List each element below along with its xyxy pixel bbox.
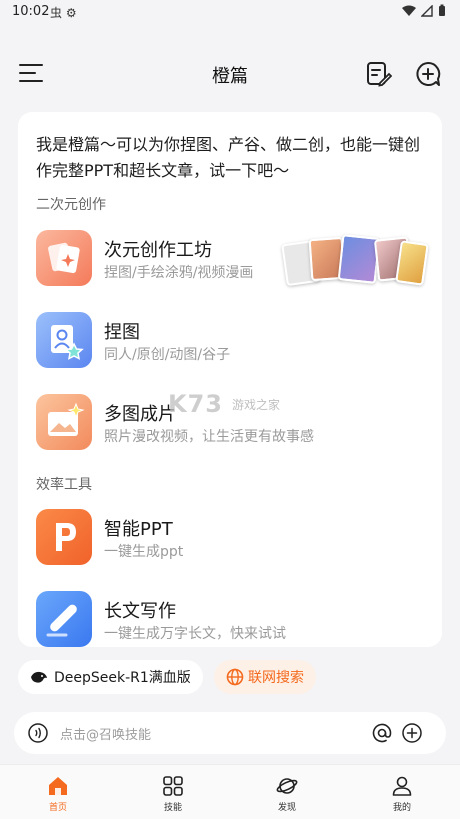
section-label-efficiency: 效率工具 <box>36 477 92 493</box>
message-input-bar: 点击@召唤技能 <box>14 712 446 754</box>
tab-label: 首页 <box>48 803 67 813</box>
tab-discover[interactable]: 发现 <box>257 775 317 813</box>
feature-name: 捏图 <box>104 322 140 343</box>
feature-desc: 同人/原创/动图/谷子 <box>104 347 231 363</box>
voice-button[interactable] <box>28 723 48 743</box>
tab-me[interactable]: 我的 <box>372 775 432 813</box>
globe-icon <box>226 668 244 686</box>
feature-item-smart-ppt[interactable]: 智能PPT 一键生成ppt <box>36 509 426 565</box>
feature-name: 长文写作 <box>104 601 176 622</box>
grid-icon <box>163 776 183 796</box>
at-icon <box>372 723 392 743</box>
tab-label: 发现 <box>277 803 296 813</box>
cards-icon <box>36 230 92 286</box>
user-icon <box>392 776 412 796</box>
status-system-icons <box>402 4 446 17</box>
feature-desc: 捏图/手绘涂鸦/视频漫画 <box>104 265 254 281</box>
mention-skill-button[interactable] <box>372 723 392 743</box>
plus-circle-icon <box>402 723 422 743</box>
feature-item-pinch-image[interactable]: 捏图 同人/原创/动图/谷子 <box>36 312 426 368</box>
artwork-preview <box>281 234 429 287</box>
status-bar: 10:02 虫 ⚙ <box>0 0 460 26</box>
notes-button[interactable] <box>364 60 393 88</box>
voice-wave-icon <box>28 723 48 743</box>
feature-name: 次元创作工坊 <box>104 240 212 261</box>
status-notification-icons: 虫 ⚙ <box>50 6 77 20</box>
message-input[interactable]: 点击@召唤技能 <box>60 724 151 743</box>
web-search-label: 联网搜索 <box>248 670 304 686</box>
wifi-icon <box>402 5 416 16</box>
home-icon <box>49 777 67 795</box>
feature-desc: 照片漫改视频，让生活更有故事感 <box>104 429 314 445</box>
deepseek-whale-icon <box>31 671 47 683</box>
status-time: 10:02 <box>12 4 50 19</box>
watermark-sub: 游戏之家 <box>232 398 281 412</box>
new-chat-button[interactable] <box>414 60 442 88</box>
battery-icon <box>439 4 445 16</box>
tab-skills[interactable]: 技能 <box>143 775 203 813</box>
section-label-creative: 二次元创作 <box>36 197 106 213</box>
model-selector-chip[interactable]: DeepSeek-R1满血版 <box>18 660 203 694</box>
chat-plus-icon <box>416 61 441 86</box>
feature-item-long-writing[interactable]: 长文写作 一键生成万字长文，快来试试 <box>36 591 426 647</box>
portrait-star-icon <box>36 312 92 368</box>
feature-item-multi-image-video[interactable]: 多图成片 照片漫改视频，让生活更有故事感 <box>36 394 426 450</box>
feature-name: 多图成片 <box>104 404 176 425</box>
signal-icon <box>421 4 433 17</box>
notes-edit-icon <box>367 62 393 87</box>
pen-icon <box>36 591 92 647</box>
tab-label: 我的 <box>392 803 411 813</box>
web-search-chip[interactable]: 联网搜索 <box>214 660 316 694</box>
feature-name: 智能PPT <box>104 519 173 540</box>
feature-desc: 一键生成ppt <box>104 544 184 560</box>
image-sparkle-icon <box>36 394 92 450</box>
model-name: DeepSeek-R1满血版 <box>54 670 191 686</box>
watermark: K73 <box>168 390 223 418</box>
bottom-tab-bar: 首页 技能 发现 我的 <box>0 764 460 819</box>
planet-icon <box>276 778 298 794</box>
add-attachment-button[interactable] <box>402 723 422 743</box>
ppt-icon <box>36 509 92 565</box>
tab-home[interactable]: 首页 <box>28 775 88 813</box>
feature-card: 我是橙篇～可以为你捏图、产谷、做二创，也能一键创作完整PPT和超长文章，试一下吧… <box>18 112 442 647</box>
app-header: 橙篇 <box>0 52 460 96</box>
tab-label: 技能 <box>163 803 182 813</box>
feature-desc: 一键生成万字长文，快来试试 <box>104 626 286 642</box>
intro-text: 我是橙篇～可以为你捏图、产谷、做二创，也能一键创作完整PPT和超长文章，试一下吧… <box>36 135 421 180</box>
